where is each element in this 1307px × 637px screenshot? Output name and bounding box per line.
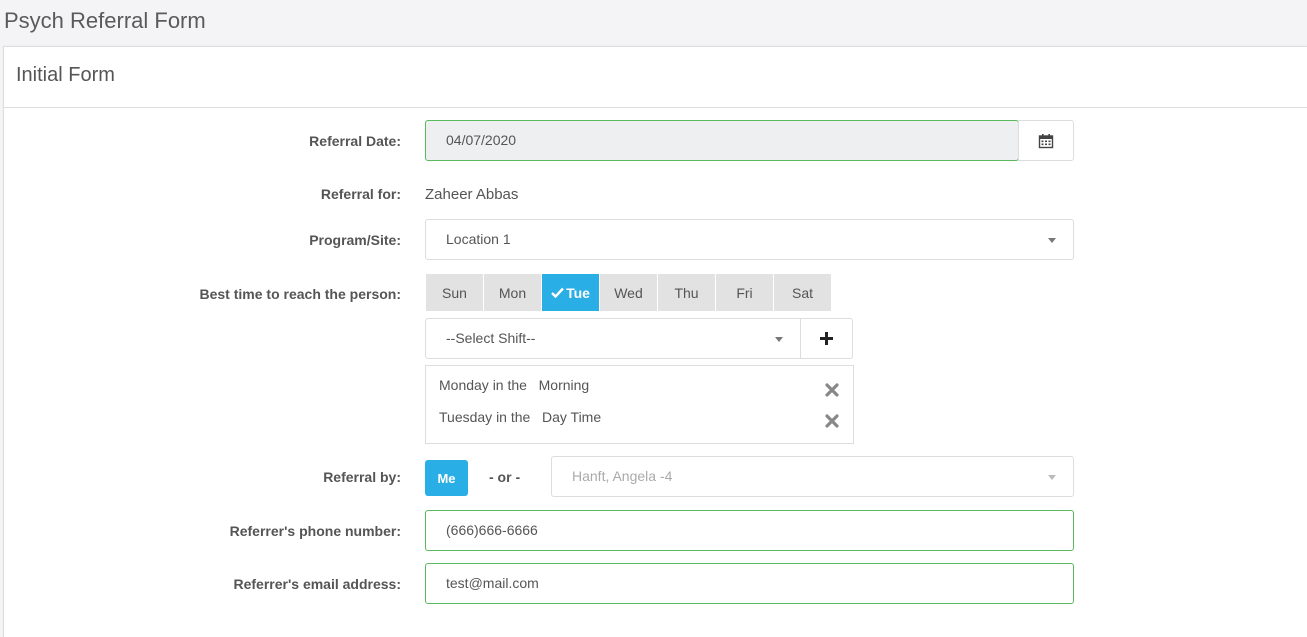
initial-form-panel: Initial Form Referral Date: 04/07/2020 R… xyxy=(3,46,1307,637)
day-selector: Sun Mon Tue Wed Thu Fri Sat xyxy=(426,274,832,311)
referral-date-input[interactable]: 04/07/2020 xyxy=(425,120,1019,161)
day-mon[interactable]: Mon xyxy=(484,274,542,311)
remove-icon[interactable] xyxy=(825,414,839,428)
me-button[interactable]: Me xyxy=(425,460,468,496)
program-site-label: Program/Site: xyxy=(309,232,401,248)
calendar-icon xyxy=(1038,133,1054,148)
day-tue-label: Tue xyxy=(566,284,590,301)
phone-label: Referrer's phone number: xyxy=(229,523,401,539)
plus-icon xyxy=(820,332,833,345)
shift-entry-time: Morning xyxy=(538,377,590,393)
program-site-select[interactable]: Location 1 xyxy=(425,219,1074,260)
or-separator: - or - xyxy=(489,469,521,485)
chevron-down-icon xyxy=(1048,475,1056,480)
day-thu[interactable]: Thu xyxy=(658,274,716,311)
shift-entry-day: Tuesday in the xyxy=(439,409,531,425)
remove-icon[interactable] xyxy=(825,383,839,397)
add-shift-button[interactable] xyxy=(800,318,853,359)
day-sun[interactable]: Sun xyxy=(426,274,484,311)
referral-by-label: Referral by: xyxy=(323,469,401,485)
referrer-select[interactable]: Hanft, Angela -4 xyxy=(551,456,1074,497)
chevron-down-icon xyxy=(1048,238,1056,243)
shift-select-value: --Select Shift-- xyxy=(446,330,536,346)
day-fri[interactable]: Fri xyxy=(716,274,774,311)
day-sat[interactable]: Sat xyxy=(774,274,832,311)
shift-select[interactable]: --Select Shift-- xyxy=(425,318,801,359)
shift-list: Monday in the Morning Tuesday in the Day… xyxy=(425,365,854,444)
calendar-button[interactable] xyxy=(1018,120,1074,161)
page-title: Psych Referral Form xyxy=(4,8,206,33)
check-icon xyxy=(551,287,564,298)
referral-date-label: Referral Date: xyxy=(309,133,401,149)
referral-for-label: Referral for: xyxy=(320,186,401,202)
program-site-value: Location 1 xyxy=(446,231,511,247)
referral-for-value: Zaheer Abbas xyxy=(425,186,519,203)
email-label: Referrer's email address: xyxy=(233,576,401,592)
list-item: Tuesday in the Day Time xyxy=(439,409,601,425)
shift-entry-day: Monday in the xyxy=(439,377,527,393)
list-item: Monday in the Morning xyxy=(439,377,589,393)
best-time-label: Best time to reach the person: xyxy=(199,286,402,302)
panel-title: Initial Form xyxy=(4,47,1307,108)
chevron-down-icon xyxy=(775,337,783,342)
day-tue[interactable]: Tue xyxy=(542,274,600,311)
referrer-select-value: Hanft, Angela -4 xyxy=(572,468,673,484)
email-input[interactable]: test@mail.com xyxy=(425,563,1074,604)
shift-entry-time: Day Time xyxy=(542,409,602,425)
phone-input[interactable]: (666)666-6666 xyxy=(425,510,1074,551)
day-wed[interactable]: Wed xyxy=(600,274,658,311)
